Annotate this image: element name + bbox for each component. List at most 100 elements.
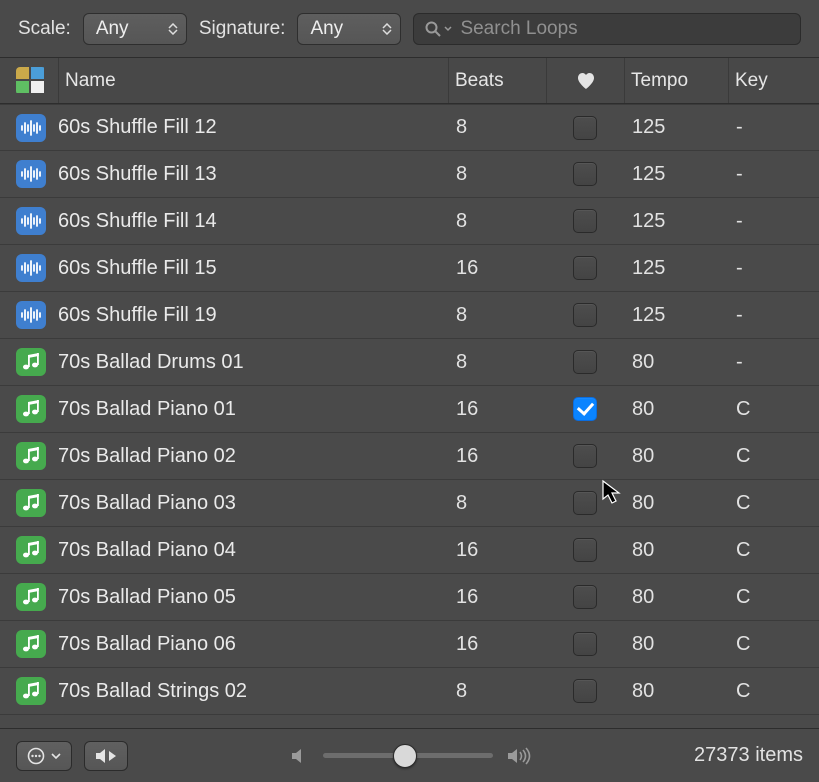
- table-row[interactable]: 60s Shuffle Fill 198125-: [0, 292, 819, 339]
- loop-key: C: [728, 586, 809, 609]
- loop-tempo: 125: [624, 304, 728, 327]
- loop-beats: 16: [448, 633, 546, 656]
- midi-loop-icon: [16, 348, 46, 376]
- scale-select[interactable]: Any: [83, 13, 187, 45]
- favorite-checkbox[interactable]: [573, 491, 597, 515]
- loop-beats: 8: [448, 304, 546, 327]
- chevron-down-icon: [444, 26, 452, 32]
- favorite-checkbox[interactable]: [573, 444, 597, 468]
- loop-key: -: [728, 210, 809, 233]
- loop-tempo: 80: [624, 492, 728, 515]
- loop-name: 70s Ballad Strings 02: [58, 680, 448, 703]
- chevron-down-icon: [51, 753, 61, 759]
- favorite-checkbox[interactable]: [573, 397, 597, 421]
- scale-value: Any: [96, 18, 129, 40]
- scale-label: Scale:: [18, 18, 71, 40]
- favorite-checkbox[interactable]: [573, 256, 597, 280]
- favorite-checkbox[interactable]: [573, 538, 597, 562]
- loop-key: -: [728, 351, 809, 374]
- favorite-checkbox[interactable]: [573, 632, 597, 656]
- volume-thumb[interactable]: [393, 744, 417, 768]
- favorite-checkbox[interactable]: [573, 679, 597, 703]
- favorite-checkbox[interactable]: [573, 585, 597, 609]
- loop-tempo: 80: [624, 445, 728, 468]
- options-menu-button[interactable]: [16, 741, 72, 771]
- loop-beats: 16: [448, 539, 546, 562]
- speaker-low-icon: [291, 748, 309, 764]
- favorite-checkbox[interactable]: [573, 209, 597, 233]
- loop-key: -: [728, 163, 809, 186]
- loop-tempo: 80: [624, 633, 728, 656]
- audio-loop-icon: [16, 301, 46, 329]
- search-field[interactable]: [413, 13, 801, 45]
- loop-name: 70s Ballad Piano 05: [58, 586, 448, 609]
- table-row[interactable]: 70s Ballad Piano 061680C: [0, 621, 819, 668]
- loop-beats: 8: [448, 163, 546, 186]
- table-row[interactable]: 70s Ballad Piano 041680C: [0, 527, 819, 574]
- loop-tempo: 125: [624, 257, 728, 280]
- volume-slider[interactable]: [323, 753, 493, 758]
- loop-rows: 60s Shuffle Fill 128125-60s Shuffle Fill…: [0, 104, 819, 718]
- table-row[interactable]: 60s Shuffle Fill 138125-: [0, 151, 819, 198]
- loop-beats: 8: [448, 351, 546, 374]
- table-row[interactable]: 70s Ballad Piano 021680C: [0, 433, 819, 480]
- favorite-checkbox[interactable]: [573, 303, 597, 327]
- table-row[interactable]: 70s Ballad Piano 0516 80C: [0, 574, 819, 621]
- loop-tempo: 80: [624, 539, 728, 562]
- table-row[interactable]: 60s Shuffle Fill 148125-: [0, 198, 819, 245]
- loop-name: 70s Ballad Drums 01: [58, 351, 448, 374]
- loop-beats: 8: [448, 680, 546, 703]
- column-icon[interactable]: [0, 58, 58, 103]
- chevron-updown-icon: [382, 23, 392, 35]
- audio-loop-icon: [16, 114, 46, 142]
- midi-loop-icon: [16, 630, 46, 658]
- loop-tempo: 80: [624, 398, 728, 421]
- speaker-high-icon: [507, 747, 531, 765]
- loop-beats: 8: [448, 116, 546, 139]
- loop-beats: 8: [448, 210, 546, 233]
- loop-name: 60s Shuffle Fill 12: [58, 116, 448, 139]
- heart-icon: [576, 72, 596, 90]
- grid-view-icon: [16, 67, 46, 95]
- ellipsis-circle-icon: [27, 747, 45, 765]
- signature-label: Signature:: [199, 18, 286, 40]
- favorite-checkbox[interactable]: [573, 350, 597, 374]
- table-row[interactable]: 70s Ballad Drums 01880-: [0, 339, 819, 386]
- preview-button[interactable]: [84, 741, 128, 771]
- audio-loop-icon: [16, 254, 46, 282]
- loop-tempo: 80: [624, 586, 728, 609]
- column-tempo[interactable]: Tempo: [624, 58, 728, 103]
- loop-key: C: [728, 398, 809, 421]
- midi-loop-icon: [16, 395, 46, 423]
- loop-key: C: [728, 680, 809, 703]
- favorite-checkbox[interactable]: [573, 116, 597, 140]
- loop-grid: Name Beats Tempo Key 60s Shuffle Fill 12…: [0, 58, 819, 718]
- speaker-play-icon: [95, 748, 117, 764]
- signature-select[interactable]: Any: [297, 13, 401, 45]
- column-beats[interactable]: Beats: [448, 58, 546, 103]
- search-icon: [424, 20, 452, 38]
- column-name[interactable]: Name: [58, 58, 448, 103]
- loop-name: 70s Ballad Piano 06: [58, 633, 448, 656]
- table-row[interactable]: 60s Shuffle Fill 1516125-: [0, 245, 819, 292]
- loop-beats: 16: [448, 586, 546, 609]
- search-input[interactable]: [460, 18, 790, 40]
- loop-key: C: [728, 492, 809, 515]
- loop-key: -: [728, 257, 809, 280]
- table-row[interactable]: 70s Ballad Strings 02880C: [0, 668, 819, 715]
- loop-beats: 8: [448, 492, 546, 515]
- favorite-checkbox[interactable]: [573, 162, 597, 186]
- loop-name: 60s Shuffle Fill 19: [58, 304, 448, 327]
- column-favorite[interactable]: [546, 58, 624, 103]
- loop-tempo: 125: [624, 210, 728, 233]
- table-row[interactable]: 70s Ballad Piano 03880C: [0, 480, 819, 527]
- table-row[interactable]: 60s Shuffle Fill 128 125-: [0, 104, 819, 151]
- midi-loop-icon: [16, 489, 46, 517]
- loop-tempo: 125: [624, 116, 728, 139]
- loop-key: -: [728, 116, 809, 139]
- chevron-updown-icon: [168, 23, 178, 35]
- loop-beats: 16: [448, 257, 546, 280]
- table-row[interactable]: 70s Ballad Piano 011680C: [0, 386, 819, 433]
- column-key[interactable]: Key: [728, 58, 809, 103]
- loop-name: 60s Shuffle Fill 13: [58, 163, 448, 186]
